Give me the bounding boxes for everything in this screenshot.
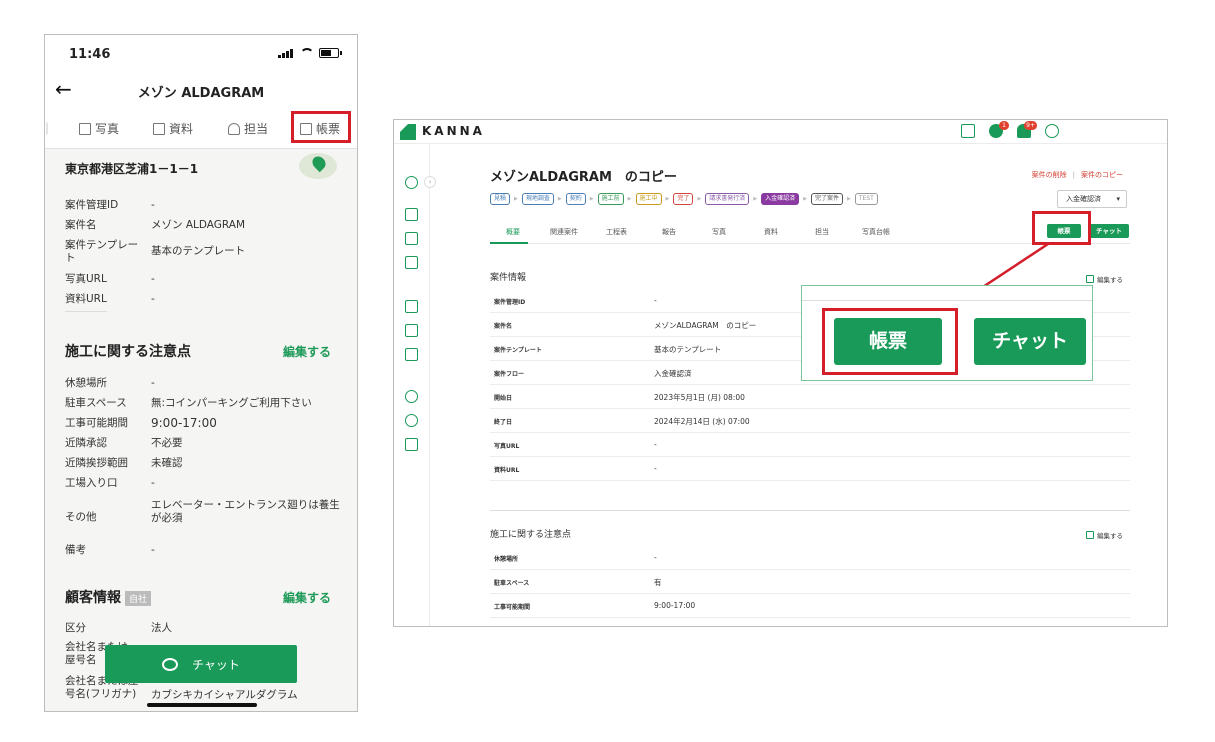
info-row: 写真URL -	[490, 433, 1130, 457]
brand-name: KANNA	[422, 124, 485, 138]
gear-icon[interactable]	[405, 390, 418, 403]
chat-button[interactable]: チャット	[1089, 224, 1129, 238]
flow-arrow-icon: ▶	[753, 196, 758, 202]
flow-step[interactable]: 施工中	[635, 193, 662, 205]
flow-arrow-icon: ▶	[665, 196, 670, 202]
tab-photos[interactable]: 写真	[712, 227, 726, 237]
tab-bar: ｜ 写真 資料 担当 帳票	[45, 109, 357, 149]
flow-arrow-icon: ▶	[514, 196, 518, 202]
card-icon[interactable]	[405, 256, 418, 269]
edit-project-info-link[interactable]: 編集する	[1086, 274, 1123, 284]
project-detail: 東京都港区芝浦1－1－1 案件管理ID - 案件名 メゾン ALDAGRAM 案件テ…	[45, 149, 357, 711]
badge-own-company: 自社	[125, 590, 152, 606]
flow-arrow-icon: ▶	[557, 196, 562, 202]
document-icon	[153, 122, 165, 135]
info-row: 休憩場所 -	[490, 546, 1130, 570]
tab-report[interactable]: 報告	[662, 227, 676, 237]
signal-icon	[278, 48, 293, 58]
section-title-customer: 顧客情報 自社	[65, 587, 152, 607]
tab-photo-ledger[interactable]: 写真台帳	[862, 227, 890, 237]
highlight-box-zoom-form	[822, 308, 958, 375]
file-icon[interactable]	[405, 324, 418, 337]
clock-icon[interactable]	[1045, 124, 1059, 138]
edit-icon	[1086, 275, 1094, 283]
flow-step[interactable]: 入金確認済	[761, 193, 800, 205]
flow-step[interactable]: 契約	[565, 193, 586, 205]
map-pin-icon[interactable]	[299, 153, 337, 179]
chat-bubble-icon	[162, 657, 179, 671]
tab-overview[interactable]: 概要	[506, 227, 520, 237]
flow-step[interactable]: 見積	[490, 193, 511, 205]
tab-assignee[interactable]: 担当	[228, 120, 268, 137]
section-title-construction: 施工に関する注意点	[490, 530, 572, 540]
info-row: 工事可能期間 9:00-17:00	[490, 594, 1130, 618]
zoom-chat-button[interactable]: チャット	[974, 318, 1086, 365]
calendar-icon[interactable]	[961, 124, 975, 138]
user-icon[interactable]	[405, 414, 418, 427]
highlight-box-forms-tab	[291, 111, 351, 143]
status-flow: 見積 ▶ 現地調査 ▶ 契約 ▶ 施工前 ▶ 施工中 ▶ 完了 ▶ 請求書発行済 ▶ 入金確認済 ▶ 完了案件 ▶…	[490, 193, 878, 205]
flow-step[interactable]: 完了	[673, 193, 694, 205]
wifi-icon	[299, 48, 314, 58]
status-select[interactable]: 入金確認済	[1057, 190, 1127, 208]
bell-icon[interactable]: 9+	[1017, 121, 1037, 138]
nav-bar: ← メゾン ALDAGRAM	[45, 73, 357, 109]
flow-arrow-icon: ▶	[847, 196, 851, 202]
edit-customer-link[interactable]: 編集する	[283, 589, 331, 606]
edit-construction-link[interactable]: 編集する	[283, 343, 331, 360]
clipboard-icon[interactable]	[405, 348, 418, 361]
edit-construction-link[interactable]: 編集する	[1086, 530, 1123, 540]
tab-photos[interactable]: 写真	[79, 120, 119, 137]
delete-project-link[interactable]: 案件の削除	[1032, 171, 1067, 179]
section-title-project-info: 案件情報	[490, 273, 527, 283]
report-icon[interactable]	[405, 300, 418, 313]
flow-arrow-icon: ▶	[589, 196, 594, 202]
address: 東京都港区芝浦1－1－1	[65, 162, 199, 176]
top-bar: KANNA 1 9+	[394, 120, 1167, 144]
sidebar-toggle-icon[interactable]: ›	[424, 176, 436, 188]
flow-step[interactable]: 施工前	[597, 193, 624, 205]
status-time: 11:46	[69, 47, 111, 62]
flow-step[interactable]: 請求書発行済	[705, 193, 750, 205]
highlight-box-form-button	[1032, 211, 1091, 245]
info-row: 資料URL -	[490, 457, 1130, 481]
flow-step[interactable]: TEST	[854, 193, 878, 205]
checklist-icon[interactable]	[405, 438, 418, 451]
user-icon	[228, 122, 240, 135]
flow-arrow-icon: ▶	[627, 196, 632, 202]
flow-step[interactable]: 現地調査	[521, 193, 554, 205]
home-indicator	[147, 703, 257, 707]
page-title: メゾン ALDAGRAM	[137, 86, 265, 101]
chat-button[interactable]: チャット	[105, 645, 297, 683]
info-row: 終了日 2024年2月14日 (水) 07:00	[490, 409, 1130, 433]
add-icon[interactable]	[405, 176, 418, 189]
info-row: 駐車スペース有	[490, 570, 1130, 594]
section-title-construction: 施工に関する注意点	[65, 344, 191, 360]
list-icon[interactable]	[405, 208, 418, 221]
edit-icon	[1086, 531, 1094, 539]
tab-assignee[interactable]: 担当	[815, 227, 829, 237]
chat-icon[interactable]: 1	[989, 121, 1009, 138]
user-menu[interactable]	[1091, 127, 1161, 137]
sidebar: ›	[394, 144, 436, 626]
project-title: メゾンALDAGRAM のコピー	[490, 170, 677, 185]
tab-schedule[interactable]: 工程表	[606, 227, 627, 237]
copy-project-link[interactable]: 案件のコピー	[1081, 171, 1123, 179]
board-icon[interactable]	[405, 232, 418, 245]
mobile-screen: 11:46 ← メゾン ALDAGRAM ｜ 写真 資料 担当 帳票	[44, 34, 358, 712]
kanna-logo	[400, 124, 416, 140]
image-icon	[79, 122, 91, 135]
flow-step[interactable]: 完了案件	[811, 193, 844, 205]
tab-related[interactable]: 関連案件	[550, 227, 578, 237]
status-bar: 11:46	[45, 35, 357, 73]
tab-documents[interactable]: 資料	[153, 120, 193, 137]
flow-arrow-icon: ▶	[803, 196, 807, 202]
tab-overflow[interactable]: ｜	[45, 120, 53, 137]
battery-icon	[319, 48, 342, 58]
flow-arrow-icon: ▶	[697, 196, 702, 202]
tab-documents[interactable]: 資料	[764, 227, 778, 237]
info-row: 開始日 2023年5月1日 (月) 08:00	[490, 385, 1130, 409]
